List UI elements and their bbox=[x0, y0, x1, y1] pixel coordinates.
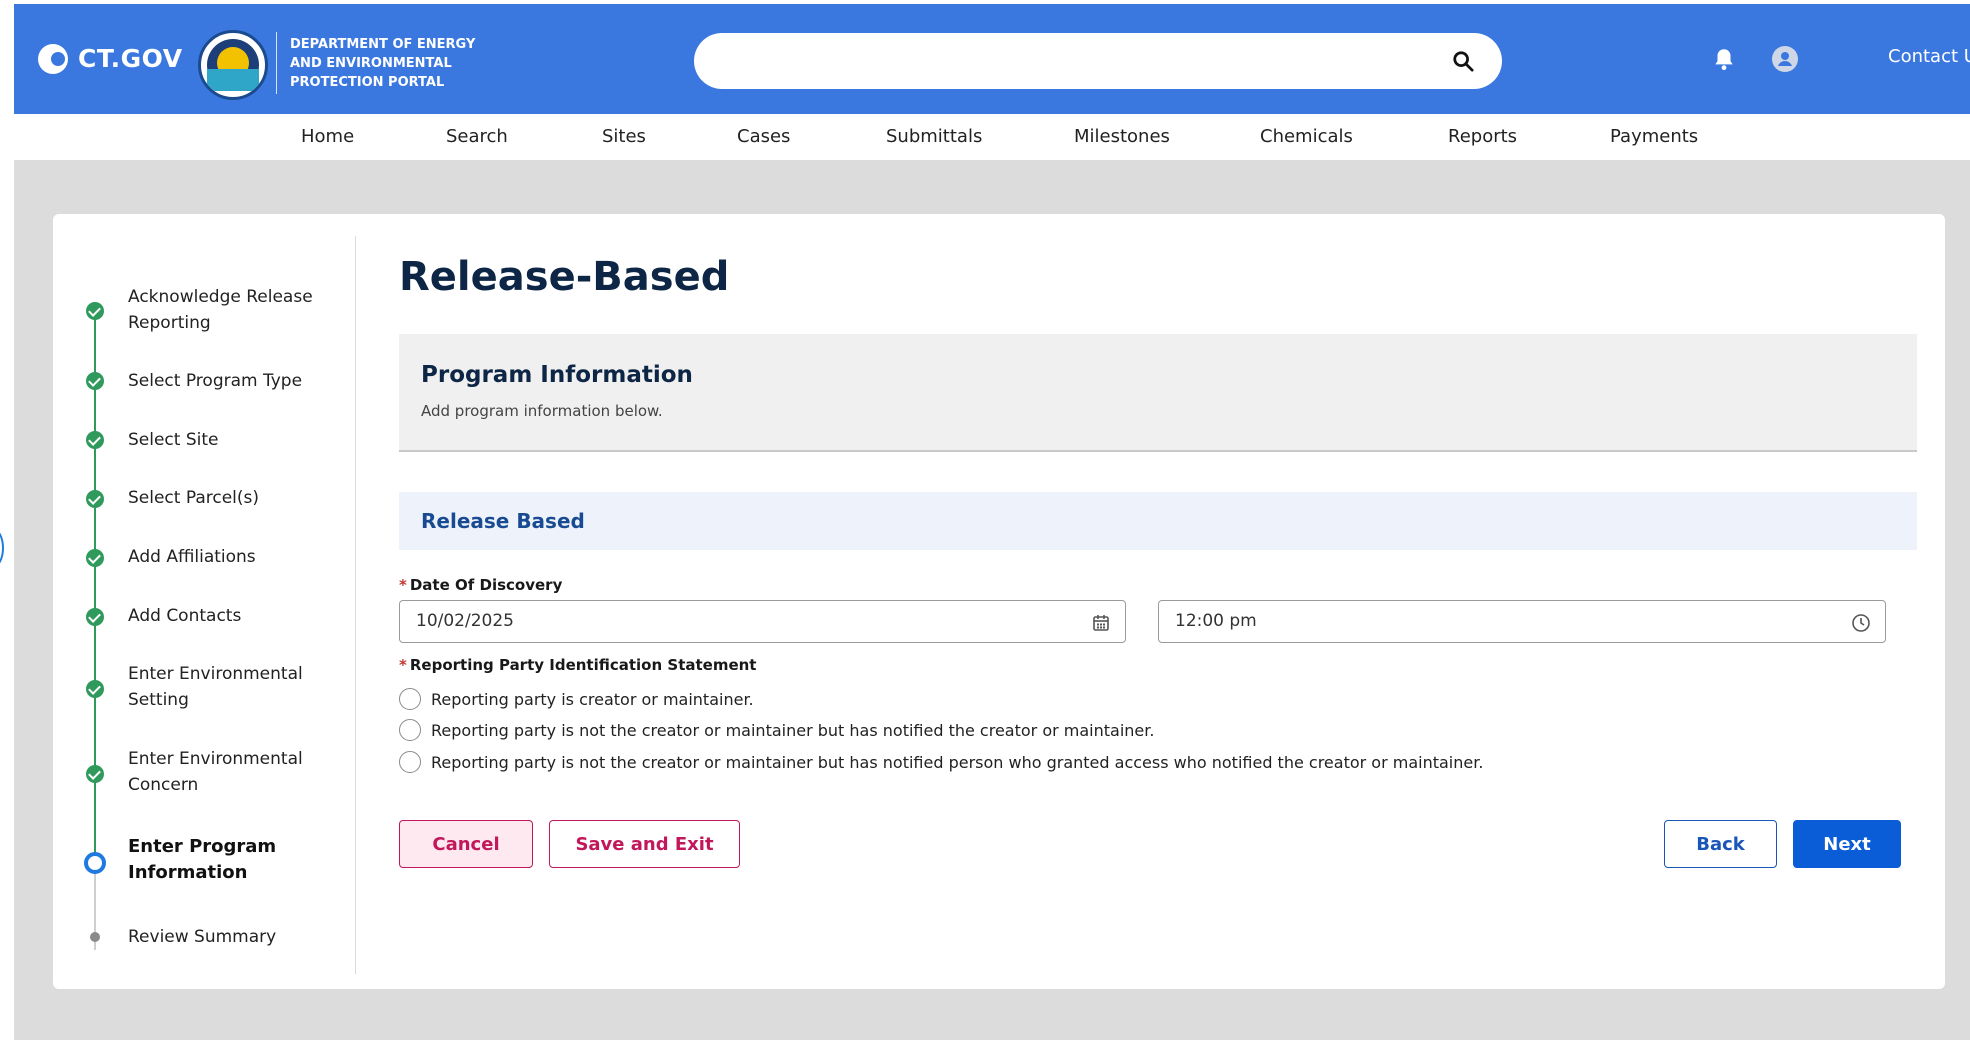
step-complete-icon bbox=[86, 431, 104, 449]
date-label-text: Date Of Discovery bbox=[409, 576, 563, 594]
avatar[interactable] bbox=[1772, 46, 1798, 72]
wizard-card: Acknowledge Release Reporting Select Pro… bbox=[53, 214, 1945, 989]
step-acknowledge-release[interactable]: Acknowledge Release Reporting bbox=[128, 284, 338, 336]
next-button[interactable]: Next bbox=[1793, 820, 1901, 868]
steps-divider bbox=[355, 236, 356, 974]
department-line: PROTECTION PORTAL bbox=[290, 75, 445, 90]
ct-logo-icon[interactable] bbox=[38, 44, 68, 74]
user-icon bbox=[1778, 52, 1792, 66]
date-of-discovery-label: * Date Of Discovery bbox=[399, 576, 562, 594]
nav-search[interactable]: Search bbox=[446, 126, 508, 147]
step-program-information[interactable]: Enter Program Information bbox=[128, 834, 338, 886]
nav-milestones[interactable]: Milestones bbox=[1074, 126, 1170, 147]
search-icon[interactable] bbox=[1452, 50, 1474, 72]
contact-us-link[interactable]: Contact Us bbox=[1888, 46, 1970, 67]
step-select-parcels[interactable]: Select Parcel(s) bbox=[128, 485, 338, 511]
save-and-exit-button[interactable]: Save and Exit bbox=[549, 820, 740, 868]
section-header: Release Based bbox=[399, 492, 1917, 550]
radio-button[interactable] bbox=[399, 719, 421, 741]
step-complete-icon bbox=[86, 302, 104, 320]
step-complete-icon bbox=[86, 549, 104, 567]
nav-cases[interactable]: Cases bbox=[737, 126, 790, 147]
statement-label-text: Reporting Party Identification Statement bbox=[409, 656, 757, 674]
step-complete-icon bbox=[86, 490, 104, 508]
step-complete-icon bbox=[86, 608, 104, 626]
step-complete-icon bbox=[86, 680, 104, 698]
nav-payments[interactable]: Payments bbox=[1610, 126, 1698, 147]
back-button[interactable]: Back bbox=[1664, 820, 1777, 868]
step-pending-icon bbox=[90, 932, 100, 942]
nav-sites[interactable]: Sites bbox=[602, 126, 646, 147]
step-complete-icon bbox=[86, 372, 104, 390]
step-environmental-setting[interactable]: Enter Environmental Setting bbox=[128, 661, 338, 713]
search-input[interactable] bbox=[694, 33, 1502, 89]
department-line: DEPARTMENT OF ENERGY bbox=[290, 37, 476, 52]
radio-button[interactable] bbox=[399, 688, 421, 710]
side-tab-handle[interactable] bbox=[0, 528, 4, 568]
bell-icon[interactable] bbox=[1711, 46, 1737, 72]
calendar-icon[interactable] bbox=[1091, 613, 1111, 633]
time-input[interactable]: 12:00 pm bbox=[1158, 600, 1886, 643]
progress-steps: Acknowledge Release Reporting Select Pro… bbox=[53, 214, 355, 989]
deep-seal-logo bbox=[198, 30, 268, 100]
department-line: AND ENVIRONMENTAL bbox=[290, 56, 452, 71]
date-value: 10/02/2025 bbox=[416, 611, 514, 631]
page-title: Release-Based bbox=[399, 254, 730, 300]
program-info-panel: Program Information Add program informat… bbox=[399, 334, 1917, 452]
statement-label: * Reporting Party Identification Statemen… bbox=[399, 656, 756, 674]
date-input[interactable]: 10/02/2025 bbox=[399, 600, 1126, 643]
brand-name[interactable]: CT.GOV bbox=[78, 44, 183, 73]
top-header: CT.GOV DEPARTMENT OF ENERGY AND ENVIRONM… bbox=[14, 4, 1970, 114]
step-select-program-type[interactable]: Select Program Type bbox=[128, 368, 338, 394]
radio-button[interactable] bbox=[399, 751, 421, 773]
nav-home[interactable]: Home bbox=[301, 126, 354, 147]
clock-icon[interactable] bbox=[1851, 613, 1871, 633]
step-select-site[interactable]: Select Site bbox=[128, 427, 338, 453]
main-nav: Home Search Sites Cases Submittals Miles… bbox=[14, 114, 1970, 160]
nav-reports[interactable]: Reports bbox=[1448, 126, 1517, 147]
required-marker: * bbox=[399, 576, 407, 594]
radio-label: Reporting party is not the creator or ma… bbox=[431, 753, 1484, 772]
required-marker: * bbox=[399, 656, 407, 674]
radio-label: Reporting party is creator or maintainer… bbox=[431, 690, 754, 709]
step-add-contacts[interactable]: Add Contacts bbox=[128, 603, 338, 629]
department-name: DEPARTMENT OF ENERGY AND ENVIRONMENTAL P… bbox=[290, 35, 510, 92]
panel-title: Program Information bbox=[421, 362, 693, 388]
step-add-affiliations[interactable]: Add Affiliations bbox=[128, 544, 338, 570]
step-review-summary[interactable]: Review Summary bbox=[128, 924, 338, 950]
radio-label: Reporting party is not the creator or ma… bbox=[431, 721, 1155, 740]
step-environmental-concern[interactable]: Enter Environmental Concern bbox=[128, 746, 338, 798]
step-current-icon bbox=[84, 852, 106, 874]
section-title: Release Based bbox=[421, 509, 585, 533]
panel-subtitle: Add program information below. bbox=[421, 402, 663, 420]
nav-submittals[interactable]: Submittals bbox=[886, 126, 982, 147]
nav-chemicals[interactable]: Chemicals bbox=[1260, 126, 1353, 147]
step-complete-icon bbox=[86, 765, 104, 783]
brand-divider bbox=[276, 32, 277, 94]
time-value: 12:00 pm bbox=[1175, 611, 1257, 631]
cancel-button[interactable]: Cancel bbox=[399, 820, 533, 868]
